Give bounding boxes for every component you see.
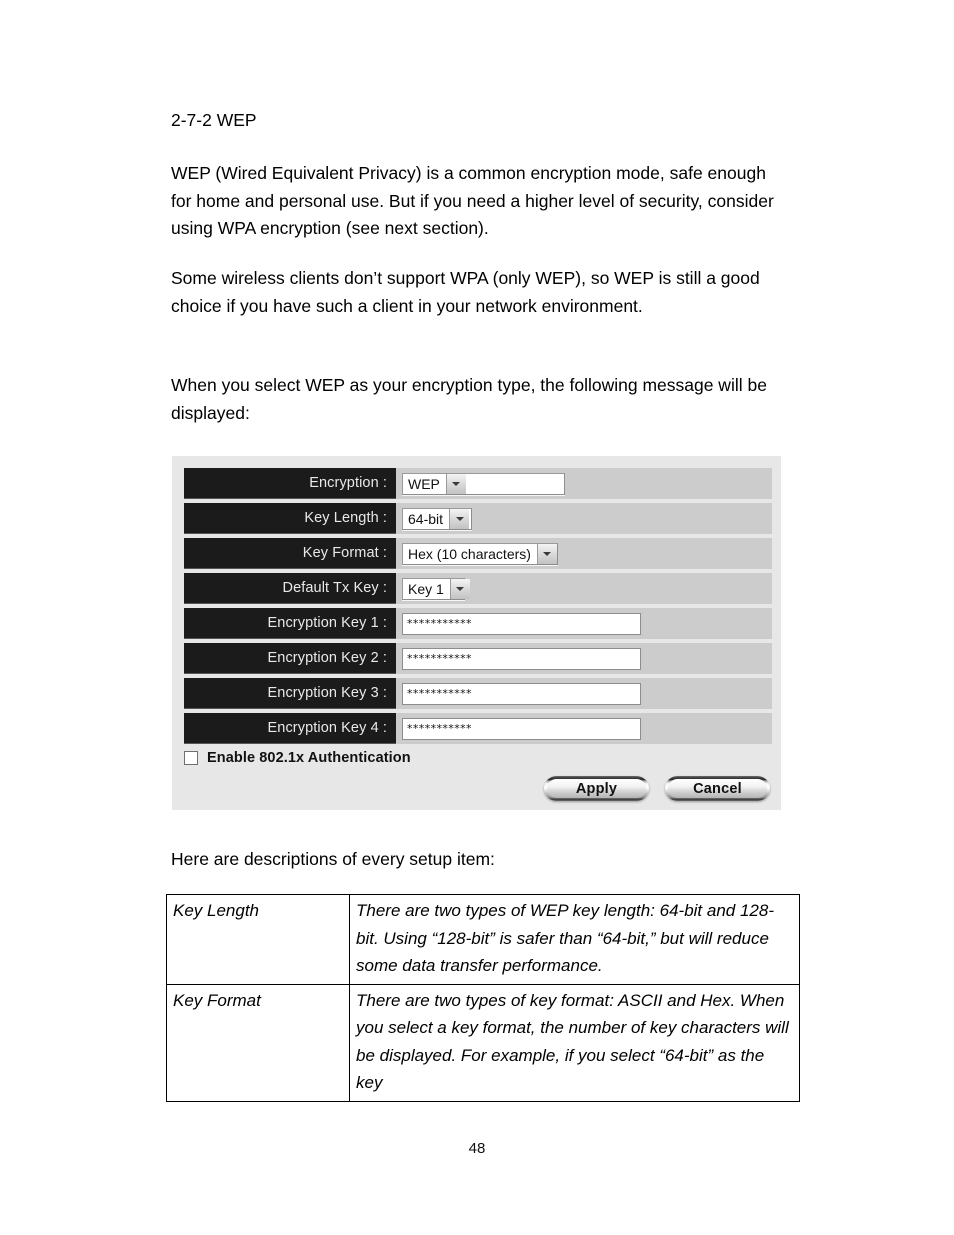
intro-paragraph-1: WEP (Wired Equivalent Privacy) is a comm… (171, 163, 774, 238)
table-cell-definition: There are two types of key format: ASCII… (349, 983, 800, 1102)
key-length-select[interactable]: 64-bit (402, 507, 472, 530)
label-encryption-key-3: Encryption Key 3 : (184, 678, 396, 709)
panel-button-row: Apply Cancel (544, 776, 770, 801)
field-encryption-key-1: *********** (396, 608, 781, 639)
document-page: 2-7-2 WEP WEP (Wired Equivalent Privacy)… (0, 0, 954, 1235)
default-tx-key-select[interactable]: Key 1 (402, 577, 470, 600)
intro-paragraph-3: When you select WEP as your encryption t… (171, 375, 767, 423)
settings-row-encryption-key-4: Encryption Key 4 : *********** (172, 713, 781, 744)
field-encryption-key-3: *********** (396, 678, 781, 709)
section-heading: 2-7-2 WEP (171, 110, 257, 130)
table-cell-term: Key Length (166, 894, 350, 985)
field-encryption: WEP (396, 468, 781, 499)
label-default-tx-key: Default Tx Key : (184, 573, 396, 604)
table-cell-term: Key Format (166, 983, 350, 1102)
encryption-select[interactable]: WEP (402, 472, 565, 495)
cancel-button-label: Cancel (693, 780, 742, 797)
settings-row-encryption-key-3: Encryption Key 3 : *********** (172, 678, 781, 709)
settings-row-default-tx-key: Default Tx Key : Key 1 (172, 573, 781, 604)
encryption-key-2-input[interactable]: *********** (402, 647, 641, 670)
enable-8021x-label: Enable 802.1x Authentication (207, 750, 411, 766)
intro-paragraph-2: Some wireless clients don’t support WPA … (171, 268, 760, 316)
settings-row-encryption-key-2: Encryption Key 2 : *********** (172, 643, 781, 674)
key-length-select-value: 64-bit (408, 510, 444, 527)
settings-row-encryption-key-1: Encryption Key 1 : *********** (172, 608, 781, 639)
chevron-down-icon[interactable] (445, 473, 466, 494)
key-format-select[interactable]: Hex (10 characters) (402, 542, 558, 565)
label-encryption-key-1: Encryption Key 1 : (184, 608, 396, 639)
wep-settings-panel: Encryption : WEP Key Length : 64-bit Key… (172, 456, 781, 810)
label-encryption: Encryption : (184, 468, 396, 499)
chevron-down-icon[interactable] (449, 508, 470, 529)
label-encryption-key-4: Encryption Key 4 : (184, 713, 396, 744)
chevron-down-icon[interactable] (536, 543, 557, 564)
encryption-key-1-input[interactable]: *********** (402, 612, 641, 635)
field-key-length: 64-bit (396, 503, 781, 534)
table-cell-definition: There are two types of WEP key length: 6… (349, 894, 800, 985)
table-row: Key Format There are two types of key fo… (166, 983, 800, 1102)
key-format-select-value: Hex (10 characters) (408, 545, 531, 562)
settings-row-key-format: Key Format : Hex (10 characters) (172, 538, 781, 569)
chevron-down-icon[interactable] (449, 578, 470, 599)
page-number: 48 (468, 1140, 486, 1157)
apply-button[interactable]: Apply (544, 776, 649, 801)
descriptions-intro: Here are descriptions of every setup ite… (171, 849, 495, 869)
field-encryption-key-4: *********** (396, 713, 781, 744)
default-tx-key-select-value: Key 1 (408, 580, 444, 597)
settings-row-encryption: Encryption : WEP (172, 468, 781, 499)
table-row: Key Length There are two types of WEP ke… (166, 894, 800, 985)
encryption-select-value: WEP (408, 475, 440, 492)
field-encryption-key-2: *********** (396, 643, 781, 674)
label-key-format: Key Format : (184, 538, 396, 569)
setup-item-description-table: Key Length There are two types of WEP ke… (166, 894, 800, 1102)
cancel-button[interactable]: Cancel (665, 776, 770, 801)
field-key-format: Hex (10 characters) (396, 538, 781, 569)
field-default-tx-key: Key 1 (396, 573, 781, 604)
encryption-key-4-input[interactable]: *********** (402, 717, 641, 740)
encryption-key-3-input[interactable]: *********** (402, 682, 641, 705)
label-key-length: Key Length : (184, 503, 396, 534)
settings-row-key-length: Key Length : 64-bit (172, 503, 781, 534)
enable-8021x-checkbox[interactable] (184, 751, 198, 765)
settings-row-list: Encryption : WEP Key Length : 64-bit Key… (172, 468, 781, 748)
enable-8021x-checkbox-row[interactable]: Enable 802.1x Authentication (184, 750, 411, 766)
apply-button-label: Apply (575, 780, 618, 797)
label-encryption-key-2: Encryption Key 2 : (184, 643, 396, 674)
